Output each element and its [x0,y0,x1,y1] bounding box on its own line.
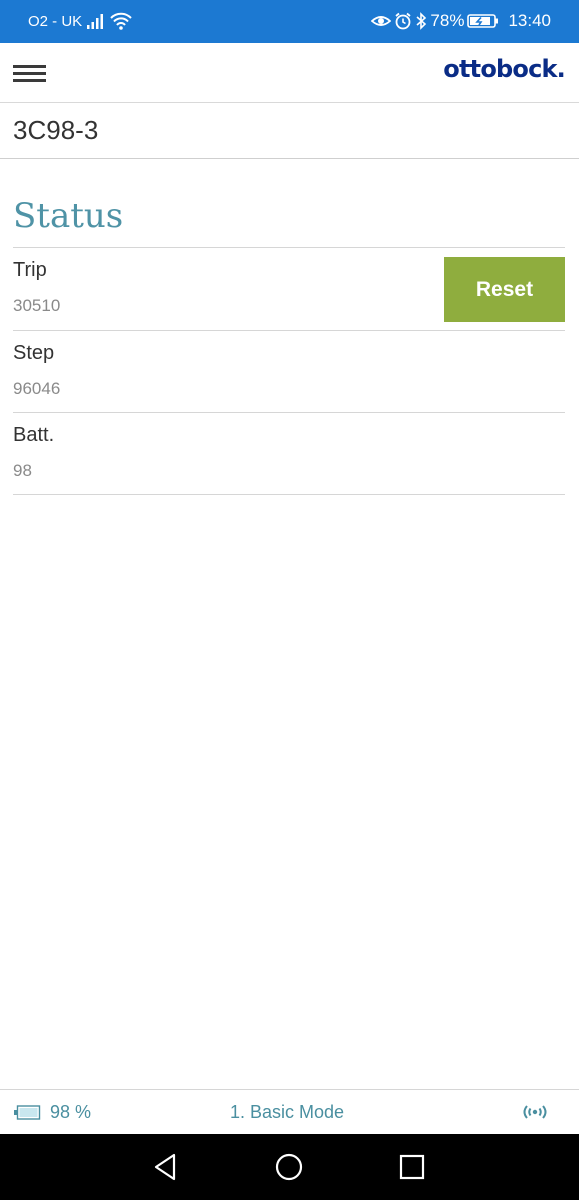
device-header: 3C98-3 [0,103,579,159]
clock: 13:40 [508,11,551,30]
home-icon[interactable] [273,1151,305,1183]
system-status-bar: O2 - UK 78% 13:40 [0,0,579,43]
reset-button[interactable]: Reset [444,257,565,322]
carrier-name: O2 - UK [28,13,83,30]
bluetooth-icon [416,12,427,30]
system-navigation-bar [0,1134,579,1200]
battery-charging-icon [467,14,499,28]
device-name: 3C98-3 [13,115,99,145]
status-bar-right: 78% 13:40 [371,11,551,31]
eye-comfort-icon [371,16,392,26]
bluetooth-signal-icon [523,1105,547,1119]
footer-battery-percent: 98 % [50,1102,92,1122]
step-label: Step [13,342,55,364]
trip-label: Trip [13,259,47,281]
battery-icon [14,1105,41,1120]
mode-indicator[interactable]: 1. Basic Mode [230,1102,344,1123]
status-row-step: Step 96046 [13,331,565,413]
battery-value: 98 [13,461,32,480]
app-bar: ottobock. [0,43,579,103]
section-title-status: Status [13,196,124,236]
hamburger-menu-icon[interactable] [13,65,46,83]
wifi-icon [110,12,132,30]
app-footer: 98 % 1. Basic Mode [0,1089,579,1135]
ottobock-logo: ottobock. [443,55,566,83]
recents-icon[interactable] [396,1151,428,1183]
cell-signal-icon [87,14,103,29]
status-row-battery: Batt. 98 [13,413,565,495]
trip-value: 30510 [13,296,61,315]
battery-percent: 78% [430,11,465,30]
alarm-icon [395,12,411,30]
status-row-trip: Trip 30510 Reset [13,248,565,331]
battery-label: Batt. [13,424,55,446]
back-icon[interactable] [150,1151,182,1183]
step-value: 96046 [13,379,61,398]
